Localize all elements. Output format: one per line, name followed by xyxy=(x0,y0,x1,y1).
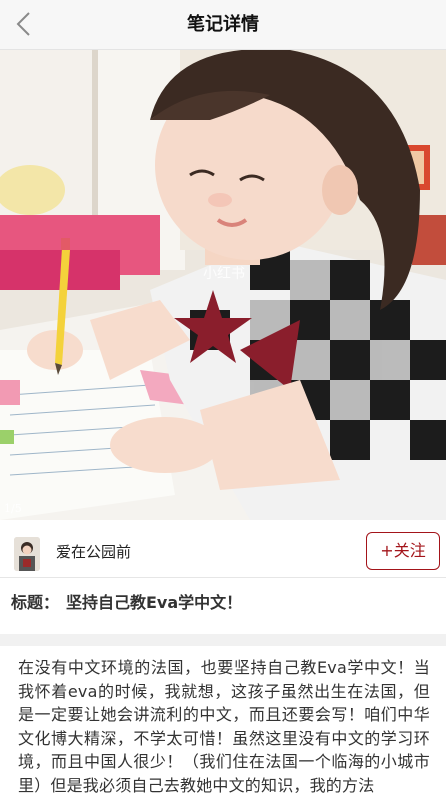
author-name[interactable]: 爱在公园前 xyxy=(56,541,131,562)
note-photo[interactable]: 小红书 1/5 xyxy=(0,50,446,520)
photo-indicator: 1/5 xyxy=(4,502,22,515)
section-divider xyxy=(0,634,446,646)
avatar[interactable] xyxy=(14,537,40,571)
top-navbar: 笔记详情 xyxy=(0,0,446,50)
note-title-bar: 标题： 坚持自己教Eva学中文！ xyxy=(0,578,446,626)
note-photo-illustration: 小红书 xyxy=(0,50,446,520)
author-bar: 爱在公园前 +关注 xyxy=(0,520,446,578)
note-title-label: 标题： xyxy=(11,593,60,612)
follow-button[interactable]: +关注 xyxy=(366,532,440,570)
note-body: 在没有中文环境的法国，也要坚持自己教Eva学中文！当我怀着eva的时候，我就想，… xyxy=(18,658,430,795)
note-title: 坚持自己教Eva学中文！ xyxy=(66,593,243,612)
photo-watermark: 小红书 xyxy=(203,266,245,282)
page-title: 笔记详情 xyxy=(187,14,259,35)
